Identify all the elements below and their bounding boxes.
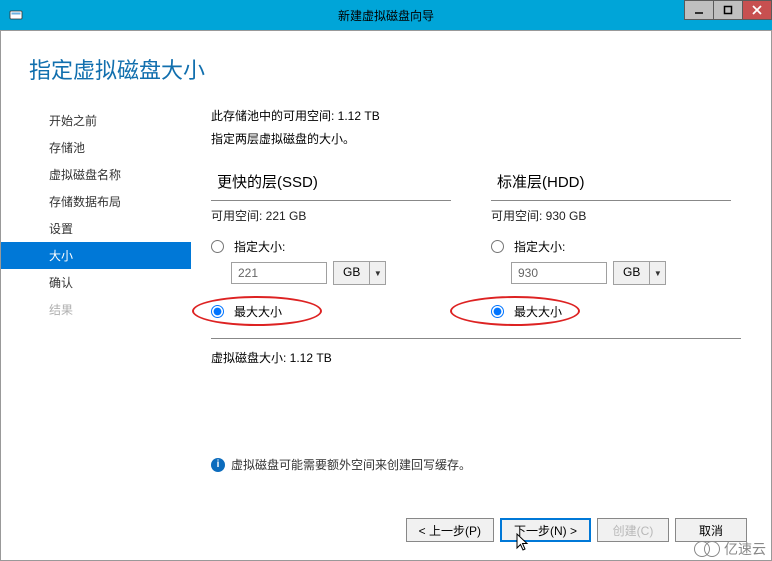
sidebar-item-settings[interactable]: 设置: [1, 215, 191, 242]
wizard-icon: [6, 5, 26, 25]
sidebar-item-result: 结果: [1, 296, 191, 323]
tier-hdd-specify-label: 指定大小:: [514, 238, 565, 255]
sidebar-item-layout[interactable]: 存储数据布局: [1, 188, 191, 215]
hint-text: 虚拟磁盘可能需要额外空间来创建回写缓存。: [231, 456, 471, 473]
tier-hdd-specify-radio[interactable]: 指定大小:: [491, 238, 731, 255]
sidebar-item-before-begin[interactable]: 开始之前: [1, 107, 191, 134]
tier-ssd-max-radio[interactable]: 最大大小: [211, 303, 451, 320]
sidebar-item-disk-name[interactable]: 虚拟磁盘名称: [1, 161, 191, 188]
tier-ssd-max-label: 最大大小: [234, 303, 282, 320]
create-button: 创建(C): [597, 518, 669, 542]
watermark-logo-icon: [694, 541, 720, 557]
instruction-text: 指定两层虚拟磁盘的大小。: [211, 130, 741, 147]
content-pane: 此存储池中的可用空间: 1.12 TB 指定两层虚拟磁盘的大小。 更快的层(SS…: [191, 103, 771, 506]
window-title: 新建虚拟磁盘向导: [338, 7, 434, 24]
sidebar-item-confirm[interactable]: 确认: [1, 269, 191, 296]
tier-hdd-unit-label: GB: [614, 262, 649, 284]
tier-ssd: 更快的层(SSD) 可用空间: 221 GB 指定大小: GB ▼: [211, 167, 451, 326]
watermark-text: 亿速云: [724, 539, 766, 559]
close-button[interactable]: [742, 0, 772, 20]
maximize-button[interactable]: [713, 0, 743, 20]
pool-free-space: 此存储池中的可用空间: 1.12 TB: [211, 107, 741, 124]
tier-hdd-max-radio[interactable]: 最大大小: [491, 303, 731, 320]
tier-hdd-size-input[interactable]: [511, 262, 607, 284]
tier-hdd-heading: 标准层(HDD): [491, 167, 731, 201]
tier-ssd-specify-radio[interactable]: 指定大小:: [211, 238, 451, 255]
tier-ssd-specify-label: 指定大小:: [234, 238, 285, 255]
tier-ssd-heading: 更快的层(SSD): [211, 167, 451, 201]
hint-row: i 虚拟磁盘可能需要额外空间来创建回写缓存。: [211, 456, 741, 473]
minimize-button[interactable]: [684, 0, 714, 20]
tier-hdd-specify-radio-input[interactable]: [491, 240, 504, 253]
divider: [211, 338, 741, 339]
tier-ssd-unit-dropdown[interactable]: GB ▼: [333, 261, 386, 285]
tier-ssd-max-radio-input[interactable]: [211, 305, 224, 318]
tier-ssd-free-space: 可用空间: 221 GB: [211, 201, 451, 232]
sidebar-item-storage-pool[interactable]: 存储池: [1, 134, 191, 161]
virtual-disk-total: 虚拟磁盘大小: 1.12 TB: [211, 349, 741, 366]
tier-hdd-unit-dropdown[interactable]: GB ▼: [613, 261, 666, 285]
wizard-sidebar: 开始之前 存储池 虚拟磁盘名称 存储数据布局 设置 大小 确认 结果: [1, 103, 191, 506]
info-icon: i: [211, 458, 225, 472]
sidebar-item-size[interactable]: 大小: [1, 242, 191, 269]
tier-ssd-specify-radio-input[interactable]: [211, 240, 224, 253]
tier-hdd-free-space: 可用空间: 930 GB: [491, 201, 731, 232]
tier-hdd-max-radio-input[interactable]: [491, 305, 504, 318]
chevron-down-icon: ▼: [649, 262, 665, 284]
chevron-down-icon: ▼: [369, 262, 385, 284]
wizard-footer: < 上一步(P) 下一步(N) > 创建(C) 取消: [1, 506, 771, 560]
page-title: 指定虚拟磁盘大小: [1, 31, 771, 103]
watermark: 亿速云: [694, 539, 766, 559]
tier-ssd-size-input[interactable]: [231, 262, 327, 284]
prev-button[interactable]: < 上一步(P): [406, 518, 494, 542]
next-button[interactable]: 下一步(N) >: [500, 518, 591, 542]
tier-hdd: 标准层(HDD) 可用空间: 930 GB 指定大小: GB ▼: [491, 167, 731, 326]
tier-hdd-max-label: 最大大小: [514, 303, 562, 320]
tier-ssd-unit-label: GB: [334, 262, 369, 284]
titlebar: 新建虚拟磁盘向导: [0, 0, 772, 30]
